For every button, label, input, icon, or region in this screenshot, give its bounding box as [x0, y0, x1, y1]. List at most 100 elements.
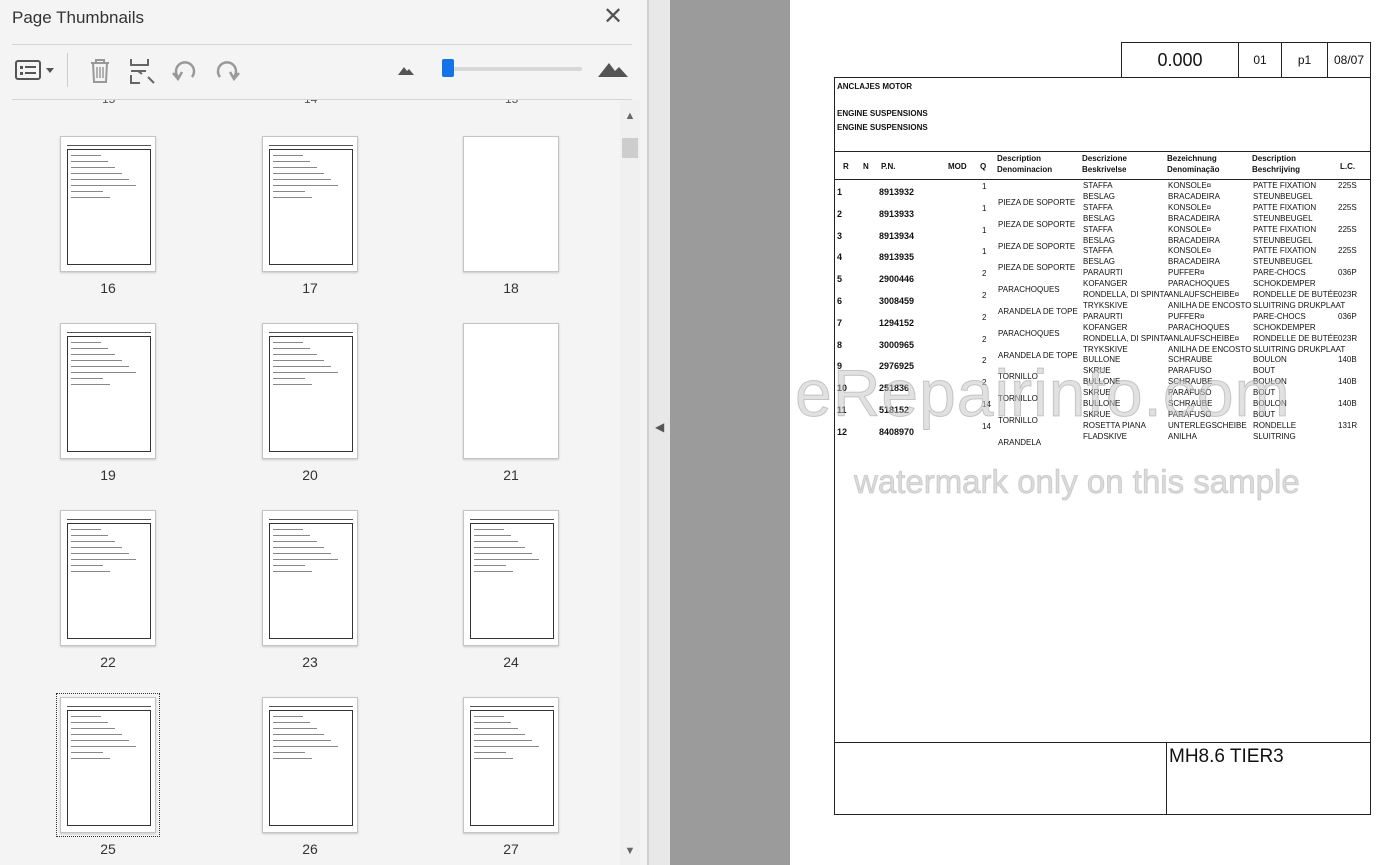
- thumbnail-line: [273, 167, 317, 168]
- thumbnail-options-icon[interactable]: [14, 55, 58, 85]
- row-pt: BRACADEIRA: [1168, 236, 1221, 245]
- thumbnail-line: [273, 559, 338, 560]
- row-r: 3: [837, 231, 843, 241]
- row-r: 8: [837, 340, 843, 350]
- row-r: 2: [837, 209, 843, 219]
- footer-cell-divider: [1166, 742, 1167, 815]
- zoom-in-mountain-icon[interactable]: [596, 55, 630, 85]
- thumbnail-line: [474, 728, 518, 729]
- col-desc4-b: Beschrijving: [1252, 165, 1301, 174]
- scroll-down-icon[interactable]: ▼: [624, 845, 636, 857]
- thumbnail-line: [71, 734, 122, 735]
- row-nl: SCHOKDEMPER: [1253, 279, 1316, 288]
- col-desc2-b: Beskrivelse: [1082, 165, 1127, 174]
- row-q: 2: [982, 291, 987, 300]
- page-thumbnail[interactable]: [60, 323, 156, 459]
- page-thumbnail[interactable]: [60, 510, 156, 646]
- page-thumbnail[interactable]: [262, 136, 358, 272]
- scrollbar-thumb[interactable]: [622, 138, 638, 158]
- row-pt: ANILHA: [1168, 432, 1197, 441]
- zoom-slider-track[interactable]: [448, 67, 582, 71]
- row-dk: BESLAG: [1083, 257, 1116, 266]
- thumbnail-line: [273, 378, 305, 379]
- insert-page-icon[interactable]: [126, 55, 156, 85]
- row-lc: 225S: [1338, 225, 1357, 234]
- row-de: KONSOLE¤: [1168, 181, 1212, 190]
- zoom-slider-thumb[interactable]: [442, 59, 454, 77]
- col-lc: L.C.: [1340, 162, 1356, 171]
- thumbnail-line: [273, 571, 312, 572]
- row-dk: KOFANGER: [1083, 279, 1128, 288]
- thumbnail-line: [474, 535, 511, 536]
- thumbnail-line: [71, 161, 108, 162]
- thumbnail-line: [71, 173, 122, 174]
- col-desc1-a: Description: [997, 154, 1042, 163]
- row-fr: PARE-CHOCS: [1253, 312, 1306, 321]
- thumbnail-line: [474, 740, 532, 741]
- row-pn: 8913935: [879, 252, 915, 262]
- page-number-cut: 14: [304, 100, 317, 106]
- thumbnail-line: [273, 547, 324, 548]
- row-nl: STEUNBEUGEL: [1253, 236, 1313, 245]
- row-lc: 023R: [1338, 290, 1358, 299]
- thumbnail-line: [273, 185, 338, 186]
- page-thumbnail[interactable]: [463, 136, 559, 272]
- thumbnail-line: [71, 354, 115, 355]
- row-pt: ANILHA DE ENCOSTO: [1168, 345, 1252, 354]
- thumbnail-line: [273, 535, 310, 536]
- page-thumbnail[interactable]: [56, 693, 160, 837]
- zoom-out-mountain-icon[interactable]: [396, 55, 416, 85]
- thumbnail-line: [273, 372, 338, 373]
- row-q: 1: [982, 226, 987, 235]
- page-thumbnail[interactable]: [463, 510, 559, 646]
- thumbnail-page-number: 20: [302, 467, 318, 483]
- rotate-right-icon[interactable]: [212, 55, 242, 85]
- row-pn: 1294152: [879, 318, 915, 328]
- page-thumbnail[interactable]: [60, 136, 156, 272]
- page-thumbnail[interactable]: [463, 323, 559, 459]
- rotate-left-icon[interactable]: [170, 55, 200, 85]
- thumbnail-line: [71, 746, 136, 747]
- thumbnail-content: [269, 332, 353, 333]
- page-thumbnail[interactable]: [262, 510, 358, 646]
- thumbnail-page-number: 16: [100, 280, 116, 296]
- panel-splitter[interactable]: ◀: [648, 0, 670, 865]
- row-fr: PARE-CHOCS: [1253, 268, 1306, 277]
- page-thumbnail[interactable]: [463, 697, 559, 833]
- title-english-2: ENGINE SUSPENSIONS: [837, 123, 928, 132]
- thumbnail-line: [71, 758, 110, 759]
- scroll-up-icon[interactable]: ▲: [624, 110, 636, 122]
- row-r: 1: [837, 187, 843, 197]
- col-r: R: [843, 162, 849, 171]
- thumbnail-line: [71, 728, 115, 729]
- collapse-arrow-icon[interactable]: ◀: [655, 420, 664, 434]
- row-nl: STEUNBEUGEL: [1253, 257, 1313, 266]
- row-de: ANLAUFSCHEIBE¤: [1168, 334, 1240, 343]
- page-thumbnail[interactable]: [262, 697, 358, 833]
- thumbnail-line: [273, 348, 310, 349]
- col-desc2-a: Descrizione: [1082, 154, 1127, 163]
- row-lc: 225S: [1338, 203, 1357, 212]
- page-thumbnail[interactable]: [262, 323, 358, 459]
- row-lc: 131R: [1338, 421, 1358, 430]
- thumbnail-content: [470, 706, 554, 707]
- thumbnail-line: [474, 746, 539, 747]
- row-lc: 140B: [1338, 377, 1357, 386]
- thumbnail-line: [474, 758, 513, 759]
- row-lc: 225S: [1338, 246, 1357, 255]
- thumbnail-line: [71, 197, 110, 198]
- close-icon[interactable]: ✕: [600, 4, 626, 30]
- delete-page-icon[interactable]: [86, 55, 114, 85]
- thumbnail-line: [273, 173, 324, 174]
- row-pt: BRACADEIRA: [1168, 257, 1221, 266]
- thumbnail-line: [273, 366, 331, 367]
- row-dk: TRYKSKIVE: [1083, 345, 1128, 354]
- thumbnail-scrollbar[interactable]: ▲ ▼: [620, 100, 640, 865]
- row-dk: FLADSKIVE: [1083, 432, 1128, 441]
- thumbnail-line: [273, 161, 310, 162]
- row-dk: KOFANGER: [1083, 323, 1128, 332]
- thumbnail-line: [273, 342, 303, 343]
- thumbnail-line: [474, 716, 504, 717]
- thumbnail-page-number: 18: [503, 280, 519, 296]
- row-dk: TRYKSKIVE: [1083, 301, 1128, 310]
